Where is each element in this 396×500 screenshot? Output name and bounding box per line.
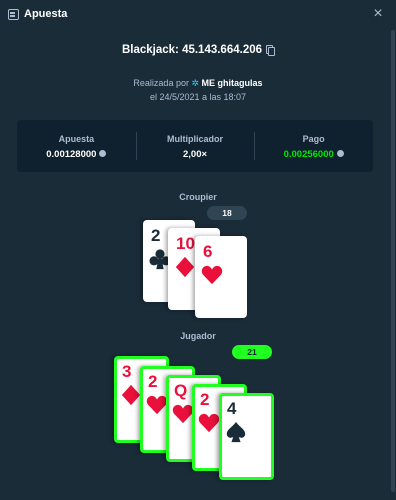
diamonds-suit-icon [121,384,141,406]
game-id: Blackjack: 45.143.664.206 [121,44,263,56]
card-rank: 2 [200,390,210,409]
stat-bet: Apuesta 0.00128000 [17,120,136,172]
bet-label: Apuesta [58,134,95,144]
bet-stats-panel: Apuesta 0.00128000 Multiplicador 2,00× P… [17,120,373,172]
card-rank: 4 [227,399,237,418]
diamonds-suit-icon [175,256,195,278]
player-label: Jugador [180,331,216,341]
coin-icon [336,150,344,157]
placed-by-prefix: Realizada por [133,78,189,88]
card-rank: 6 [203,242,213,261]
card-rank: 3 [122,362,132,381]
bet-value: 0.00128000 [46,149,97,160]
hearts-suit-icon [198,413,220,433]
payout-value-row: 0.00256000 [254,149,373,160]
hearts-suit-icon [146,395,168,415]
stat-payout: Pago 0.00256000 [254,120,373,172]
dealer-score-badge: 18 [207,206,247,220]
card-rank: 2 [151,226,161,245]
hearts-suit-icon [172,404,194,424]
player-card: 4 [219,393,274,480]
star-icon: ✲ [191,78,200,88]
multiplier-value: 2,00× [182,149,208,160]
coin-icon [99,150,107,157]
placed-by: Realizada por ✲ ME ghitagulas [0,78,396,89]
dealer-label: Croupier [179,192,217,202]
spades-suit-icon [226,421,246,443]
bet-date: el 24/5/2021 a las 18:07 [149,92,247,102]
close-icon[interactable]: × [372,5,384,23]
dealer-card: 6 [195,236,247,318]
game-id-line: Blackjack: 45.143.664.206 [0,44,396,56]
card-rank: 2 [148,372,158,391]
hearts-suit-icon [201,265,223,285]
modal-title: Apuesta [24,8,68,20]
copy-icon[interactable] [266,45,276,56]
username-link[interactable]: ME ghitagulas [202,78,263,88]
modal-header: Apuesta × [0,0,396,30]
multiplier-label: Multiplicador [167,134,223,144]
bet-slip-icon [8,9,19,20]
stat-multiplier: Multiplicador 2,00× [135,120,255,172]
payout-label: Pago [302,134,325,144]
bet-value-row: 0.00128000 [17,149,136,160]
card-rank: 10 [176,234,195,253]
player-score-badge: 21 [232,345,272,359]
scrollbar[interactable] [391,30,395,492]
payout-value: 0.00256000 [283,149,334,160]
card-rank: Q [174,381,188,400]
